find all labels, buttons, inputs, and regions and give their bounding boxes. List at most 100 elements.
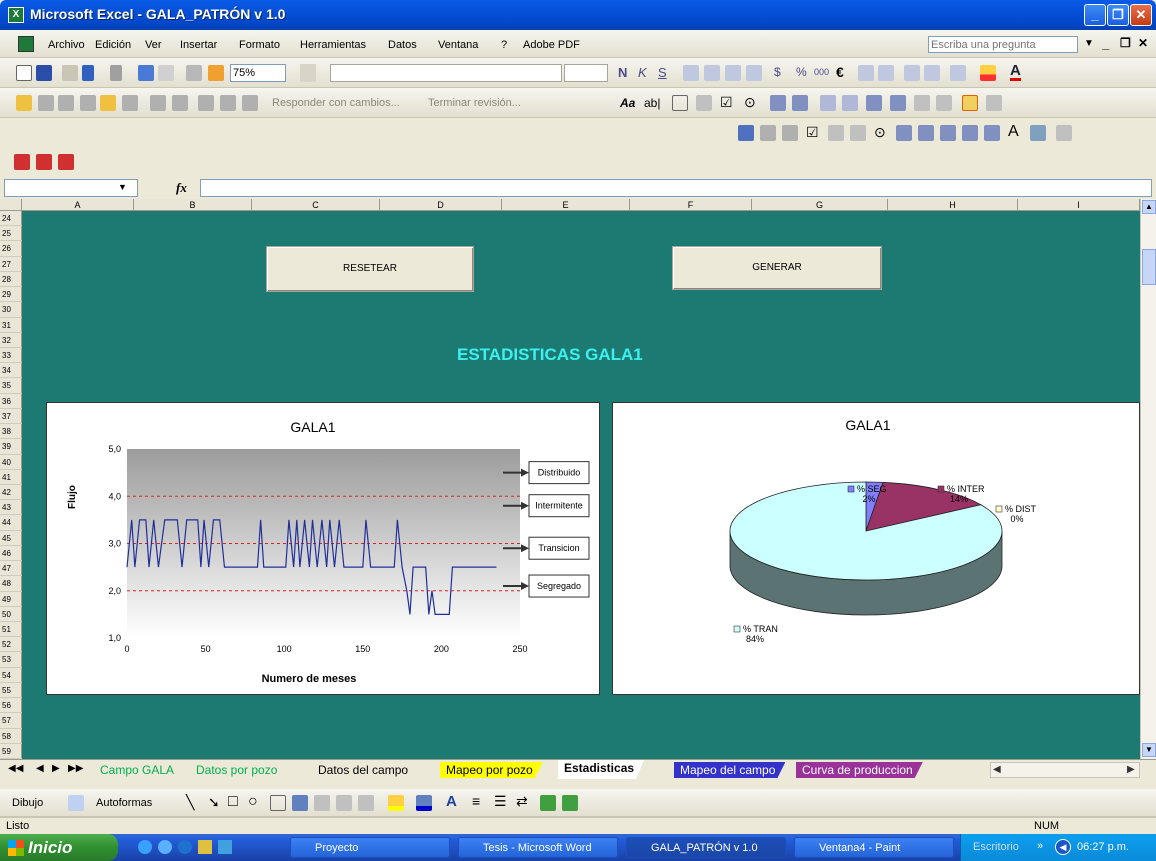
- option-button-icon[interactable]: ⊙: [744, 94, 756, 111]
- doc-restore-icon[interactable]: ❐: [1120, 36, 1131, 50]
- line-style-icon[interactable]: ≡: [472, 793, 480, 809]
- column-header-d[interactable]: D: [380, 199, 502, 211]
- ie-icon[interactable]: [138, 840, 152, 854]
- column-header-h[interactable]: H: [888, 199, 1018, 211]
- menu-insertar[interactable]: Insertar: [180, 39, 217, 51]
- row-header[interactable]: 41: [0, 470, 22, 485]
- control-props-icon[interactable]: [914, 95, 930, 111]
- reply-with-changes[interactable]: Responder con cambios...: [272, 97, 400, 109]
- excel-app-icon[interactable]: X: [8, 7, 24, 23]
- row-header[interactable]: 38: [0, 424, 22, 440]
- review-icon-11[interactable]: [242, 95, 258, 111]
- row-header[interactable]: 28: [0, 272, 22, 288]
- zoom-box[interactable]: 75%: [230, 64, 286, 82]
- column-header-a[interactable]: A: [22, 199, 134, 211]
- list-box-icon[interactable]: [770, 95, 786, 111]
- review-icon-6[interactable]: [122, 95, 138, 111]
- maximize-button[interactable]: ❐: [1107, 4, 1129, 26]
- ie2-icon[interactable]: [158, 840, 172, 854]
- chart-wizard-icon[interactable]: [138, 65, 154, 81]
- row-header[interactable]: 36: [0, 394, 22, 409]
- end-review[interactable]: Terminar revisión...: [428, 97, 521, 109]
- euro-icon[interactable]: €: [836, 64, 844, 80]
- prev-sheet-icon[interactable]: ◀: [36, 763, 44, 774]
- line-chart[interactable]: GALA1 1,0 2,0 3,0 4,0 5,0 0 50 100 150 200 250 Fl…: [46, 402, 600, 695]
- row-header[interactable]: 54: [0, 668, 22, 683]
- oval-tool-icon[interactable]: ○: [248, 793, 258, 811]
- align-left-icon[interactable]: [683, 65, 699, 81]
- menu-formato[interactable]: Formato: [239, 39, 280, 51]
- row-header[interactable]: 35: [0, 378, 22, 394]
- draw-font-color-icon[interactable]: A: [446, 793, 457, 810]
- undo-icon[interactable]: [82, 65, 94, 81]
- task-proyecto[interactable]: Proyecto: [290, 837, 450, 858]
- tb-textbox-icon[interactable]: [828, 125, 844, 141]
- font-size-select[interactable]: [564, 64, 608, 82]
- autoshapes-menu[interactable]: Autoformas: [96, 797, 152, 809]
- column-header-b[interactable]: B: [134, 199, 252, 211]
- tb-option-icon[interactable]: ⊙: [874, 124, 886, 141]
- rectangle-tool-icon[interactable]: □: [228, 793, 238, 811]
- task-tesis-word[interactable]: Tesis - Microsoft Word: [458, 837, 618, 858]
- edit-box-icon[interactable]: ab|: [644, 96, 660, 110]
- tab-mapeo-del-campo[interactable]: Mapeo del campo: [674, 762, 785, 778]
- tb-spin-icon[interactable]: [962, 125, 978, 141]
- tab-datos-del-campo[interactable]: Datos del campo: [312, 762, 418, 778]
- label-control-icon[interactable]: Aa: [620, 96, 635, 110]
- review-icon-8[interactable]: [172, 95, 188, 111]
- column-header-g[interactable]: G: [752, 199, 888, 211]
- font-color-icon[interactable]: A: [1010, 63, 1021, 81]
- review-icon-1[interactable]: [16, 95, 32, 111]
- workbook-icon[interactable]: [18, 36, 34, 52]
- group-box-icon[interactable]: [672, 95, 688, 111]
- select-all-corner[interactable]: [0, 199, 22, 211]
- row-header[interactable]: 45: [0, 531, 22, 546]
- shadow-icon[interactable]: [540, 795, 556, 811]
- tray-back-icon[interactable]: ◀: [1055, 839, 1071, 855]
- horizontal-scrollbar[interactable]: ◀ ▶: [990, 762, 1140, 778]
- drawing-icon[interactable]: [186, 65, 202, 81]
- first-sheet-icon[interactable]: ◀◀: [8, 763, 23, 774]
- tab-mapeo-por-pozo[interactable]: Mapeo por pozo: [440, 762, 543, 778]
- column-header-f[interactable]: F: [630, 199, 752, 211]
- tb-image-icon[interactable]: [1030, 125, 1046, 141]
- align-center-icon[interactable]: [704, 65, 720, 81]
- merge-center-icon[interactable]: [746, 65, 762, 81]
- column-header-i[interactable]: I: [1018, 199, 1140, 211]
- review-icon-7[interactable]: [150, 95, 166, 111]
- doc-close-icon[interactable]: ✕: [1138, 36, 1148, 50]
- row-header[interactable]: 52: [0, 637, 22, 653]
- decrease-indent-icon[interactable]: [904, 65, 920, 81]
- tab-campo-gala[interactable]: Campo GALA: [94, 762, 184, 778]
- row-header[interactable]: 51: [0, 622, 22, 638]
- currency-icon[interactable]: $: [774, 65, 781, 79]
- menu-ver[interactable]: Ver: [145, 39, 162, 51]
- column-header-c[interactable]: C: [252, 199, 380, 211]
- fill-bucket-icon[interactable]: [388, 795, 404, 811]
- combo-drop-icon[interactable]: [842, 95, 858, 111]
- row-header[interactable]: 33: [0, 348, 22, 364]
- row-header[interactable]: 25: [0, 226, 22, 242]
- row-header[interactable]: 24: [0, 211, 22, 227]
- review-icon-10[interactable]: [220, 95, 236, 111]
- row-header[interactable]: 47: [0, 561, 22, 577]
- arrow-tool-icon[interactable]: ➘: [208, 794, 220, 811]
- combo-list-icon[interactable]: [820, 95, 836, 111]
- row-header[interactable]: 46: [0, 546, 22, 562]
- diagram-icon[interactable]: [314, 795, 330, 811]
- vertical-scrollbar[interactable]: ▲ ▼: [1140, 199, 1156, 759]
- desktop-toolbar-label[interactable]: Escritorio: [973, 841, 1019, 853]
- generate-button[interactable]: GENERAR: [672, 246, 882, 290]
- checkbox-icon[interactable]: ☑: [720, 94, 733, 111]
- tb-combo-icon[interactable]: [918, 125, 934, 141]
- italic-icon[interactable]: K: [638, 65, 647, 80]
- tb-scroll-icon[interactable]: [984, 125, 1000, 141]
- select-objects-icon[interactable]: [68, 795, 84, 811]
- pdf-create-icon[interactable]: [14, 154, 30, 170]
- row-header[interactable]: 50: [0, 607, 22, 622]
- draw-menu[interactable]: Dibujo: [12, 797, 43, 809]
- spinner-icon[interactable]: [890, 95, 906, 111]
- row-header[interactable]: 53: [0, 652, 22, 668]
- pdf-review-icon[interactable]: [58, 154, 74, 170]
- zoom-dropdown-icon[interactable]: [300, 64, 316, 82]
